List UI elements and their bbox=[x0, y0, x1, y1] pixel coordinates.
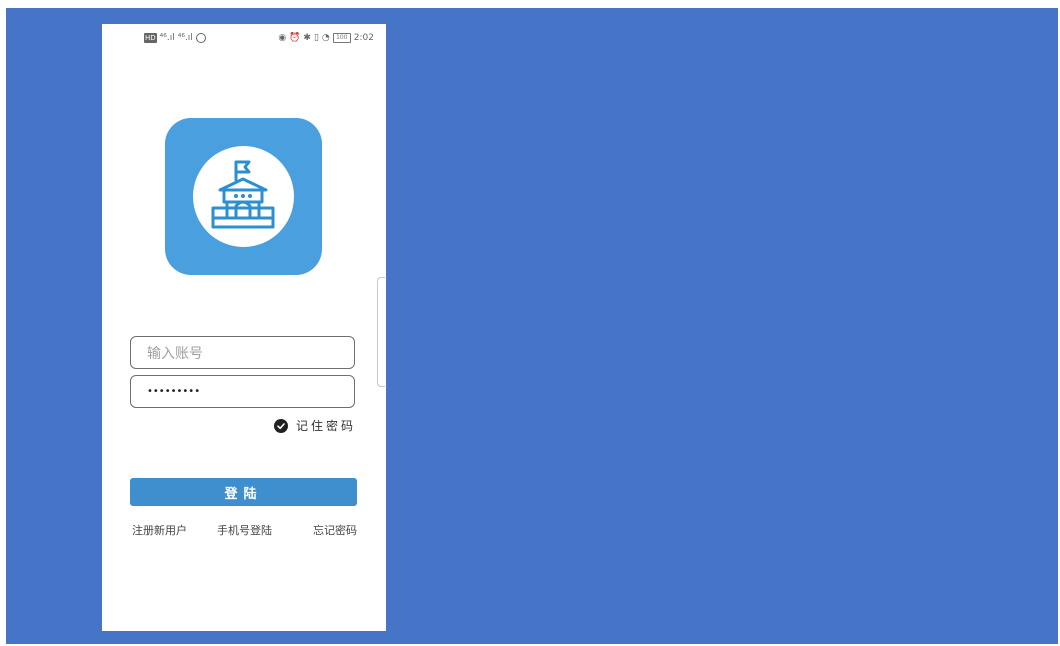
status-bar: HD ⁴⁶.ıl ⁴⁶.ıl ◉ ⏰ ✱ ▯ ◔ 100 2:02 bbox=[102, 24, 386, 52]
phone-screen: HD ⁴⁶.ıl ⁴⁶.ıl ◉ ⏰ ✱ ▯ ◔ 100 2:02 输入账号 •… bbox=[102, 24, 386, 631]
remember-password-label: 记住密码 bbox=[295, 419, 356, 433]
eye-icon: ◉ bbox=[278, 33, 287, 43]
signal-icon-2: ⁴⁶.ıl bbox=[177, 33, 193, 43]
password-value: ••••••••• bbox=[147, 386, 201, 397]
password-input[interactable]: ••••••••• bbox=[130, 375, 355, 408]
account-placeholder: 输入账号 bbox=[147, 345, 203, 362]
app-logo bbox=[165, 118, 322, 275]
alarm-icon: ⏰ bbox=[289, 33, 301, 43]
register-link[interactable]: 注册新用户 bbox=[132, 522, 187, 538]
status-bar-left: HD ⁴⁶.ıl ⁴⁶.ıl bbox=[144, 33, 206, 43]
wifi-icon: ◔ bbox=[321, 33, 330, 43]
bluetooth-icon: ✱ bbox=[303, 33, 311, 43]
circle-icon bbox=[195, 33, 206, 43]
battery-icon: 100 bbox=[332, 33, 351, 43]
vibrate-icon: ▯ bbox=[313, 33, 319, 43]
building-icon bbox=[211, 160, 275, 229]
forgot-password-link[interactable]: 忘记密码 bbox=[313, 522, 357, 538]
account-input[interactable]: 输入账号 bbox=[130, 336, 355, 369]
phone-login-link[interactable]: 手机号登陆 bbox=[217, 522, 272, 538]
login-button[interactable]: 登陆 bbox=[130, 478, 357, 506]
side-scroll-handle[interactable] bbox=[377, 277, 385, 387]
remember-password-toggle[interactable]: 记住密码 bbox=[273, 417, 356, 434]
status-bar-right: ◉ ⏰ ✱ ▯ ◔ 100 2:02 bbox=[278, 33, 374, 43]
logo-circle bbox=[193, 146, 294, 247]
check-icon[interactable] bbox=[273, 418, 288, 433]
status-time: 2:02 bbox=[353, 33, 374, 43]
hd-badge: HD bbox=[144, 33, 157, 43]
signal-icon: ⁴⁶.ıl bbox=[159, 33, 175, 43]
